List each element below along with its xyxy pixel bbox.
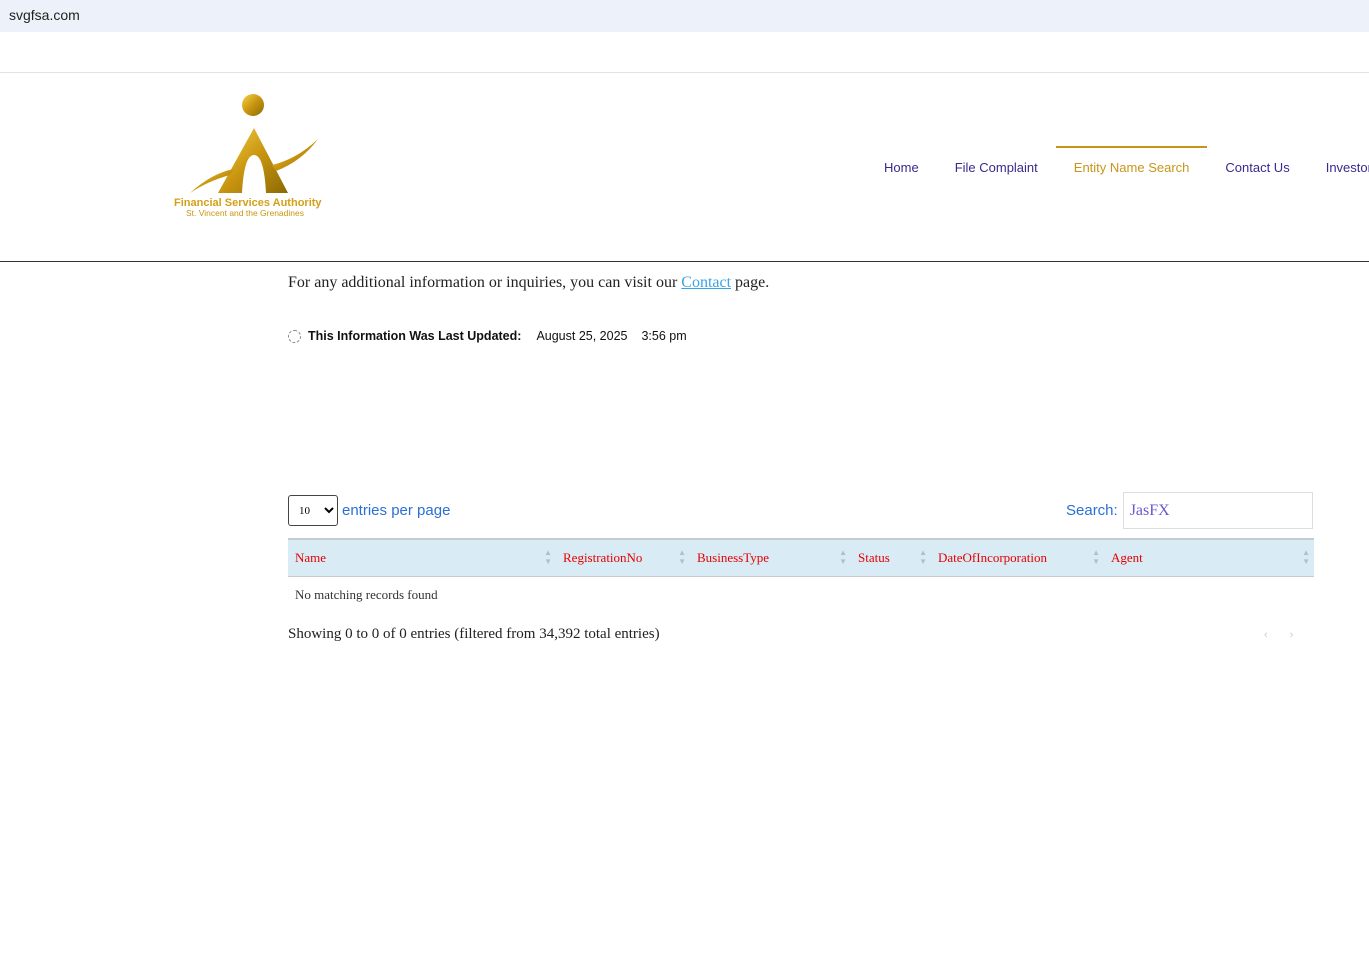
- col-label: Status: [858, 549, 890, 565]
- next-page-button[interactable]: ›: [1290, 629, 1294, 641]
- updated-date: August 25, 2025: [536, 329, 628, 343]
- col-label: BusinessType: [697, 549, 770, 565]
- site-header: Financial Services Authority St. Vincent…: [0, 73, 1369, 262]
- url-text: svgfsa.com: [9, 7, 80, 23]
- col-label: DateOfIncorporation: [938, 549, 1048, 565]
- nav-file-complaint[interactable]: File Complaint: [937, 146, 1056, 186]
- col-name[interactable]: Name ▲ ▼: [288, 538, 556, 577]
- col-dateofincorporation[interactable]: DateOfIncorporation ▲ ▼: [931, 538, 1104, 577]
- fsa-logo[interactable]: Financial Services Authority St. Vincent…: [172, 93, 340, 223]
- col-registrationno[interactable]: RegistrationNo ▲ ▼: [556, 538, 690, 577]
- sort-icon: ▲ ▼: [1302, 548, 1310, 566]
- info-prefix: For any additional information or inquir…: [288, 274, 682, 291]
- contact-link[interactable]: Contact: [681, 274, 731, 291]
- clock-icon: [288, 329, 301, 343]
- table-info: Showing 0 to 0 of 0 entries (filtered fr…: [288, 626, 660, 642]
- table-search: Search:: [1066, 492, 1313, 529]
- main-nav: Home File Complaint Entity Name Search C…: [866, 146, 1369, 186]
- top-bar: [0, 32, 1369, 73]
- entries-label: entries per page: [342, 502, 451, 519]
- col-label: Agent: [1111, 549, 1143, 565]
- pagination: ‹ ›: [1264, 629, 1293, 641]
- table-row: No matching records found: [288, 576, 1314, 613]
- col-businesstype[interactable]: BusinessType ▲ ▼: [690, 538, 851, 577]
- address-bar[interactable]: svgfsa.com: [0, 0, 1369, 32]
- entries-per-page-select[interactable]: 10: [288, 495, 338, 526]
- info-suffix: page.: [731, 274, 770, 291]
- sort-icon: ▲ ▼: [839, 548, 847, 566]
- last-updated: This Information Was Last Updated: Augus…: [288, 329, 687, 343]
- updated-time: 3:56 pm: [641, 329, 687, 343]
- sort-icon: ▲ ▼: [678, 548, 686, 566]
- updated-label: This Information Was Last Updated:: [308, 329, 522, 343]
- logo-mark-icon: [190, 94, 318, 193]
- nav-home[interactable]: Home: [866, 146, 937, 186]
- sort-icon: ▲ ▼: [544, 548, 552, 566]
- nav-investor[interactable]: Investor A: [1308, 146, 1369, 186]
- prev-page-button[interactable]: ‹: [1264, 629, 1268, 641]
- sort-icon: ▲ ▼: [1092, 548, 1100, 566]
- search-label: Search:: [1066, 502, 1118, 519]
- nav-entity-name-search[interactable]: Entity Name Search: [1055, 146, 1208, 186]
- sort-icon: ▲ ▼: [919, 548, 927, 566]
- col-agent[interactable]: Agent ▲ ▼: [1104, 538, 1314, 577]
- nav-contact-us[interactable]: Contact Us: [1207, 146, 1307, 186]
- search-input[interactable]: [1122, 492, 1313, 529]
- entries-length: 10 entries per page: [288, 495, 450, 526]
- info-text: For any additional information or inquir…: [288, 274, 769, 292]
- empty-message: No matching records found: [295, 586, 438, 602]
- col-status[interactable]: Status ▲ ▼: [851, 538, 931, 577]
- col-label: Name: [295, 549, 327, 565]
- col-label: RegistrationNo: [563, 549, 643, 565]
- logo-subtitle: St. Vincent and the Grenadines: [186, 208, 304, 218]
- entity-table: Name ▲ ▼ RegistrationNo ▲ ▼ BusinessType ▲ ▼ S…: [288, 538, 1314, 613]
